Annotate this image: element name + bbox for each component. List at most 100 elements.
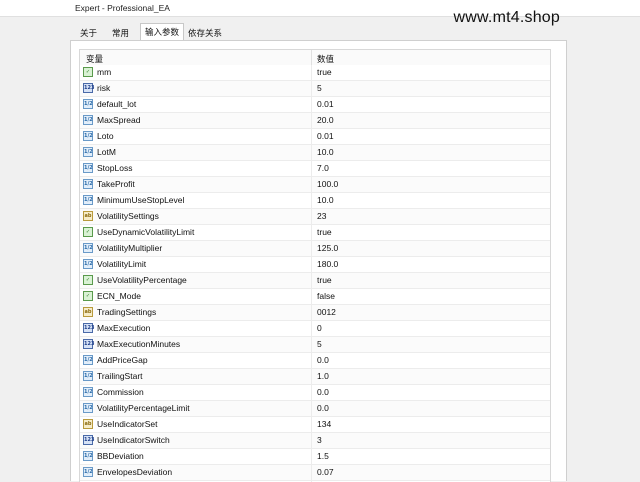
- parameter-value[interactable]: 0.07: [317, 465, 334, 480]
- dbl-type-icon: 1/2: [83, 115, 93, 125]
- table-row[interactable]: 1/2 AddPriceGap 0.0: [80, 353, 550, 369]
- parameter-value[interactable]: true: [317, 65, 332, 80]
- table-row[interactable]: ab VolatilitySettings 23: [80, 209, 550, 225]
- parameter-name: TrailingStart: [97, 371, 143, 381]
- parameter-value[interactable]: 0.0: [317, 385, 329, 400]
- parameter-value[interactable]: 1.5: [317, 449, 329, 464]
- tab-common[interactable]: 常用: [108, 26, 133, 40]
- parameter-value[interactable]: 1.0: [317, 369, 329, 384]
- table-row[interactable]: ✓ ECN_Mode false: [80, 289, 550, 305]
- cell-divider: [311, 241, 312, 256]
- parameter-value[interactable]: true: [317, 273, 332, 288]
- cell-divider: [311, 449, 312, 464]
- cell-divider: [311, 305, 312, 320]
- table-row[interactable]: 1/2 StopLoss 7.0: [80, 161, 550, 177]
- parameter-value[interactable]: 180.0: [317, 257, 338, 272]
- int-type-icon: 123: [83, 435, 95, 445]
- table-row[interactable]: 1/2 VolatilityPercentageLimit 0.0: [80, 401, 550, 417]
- tab-inputs[interactable]: 输入参数: [140, 23, 185, 41]
- parameter-value[interactable]: true: [317, 225, 332, 240]
- cell-divider: [311, 321, 312, 336]
- parameter-value[interactable]: 20.0: [317, 113, 334, 128]
- table-row[interactable]: 1/2 VolatilityMultiplier 125.0: [80, 241, 550, 257]
- table-row[interactable]: ab UseIndicatorSet 134: [80, 417, 550, 433]
- dbl-type-icon: 1/2: [83, 243, 93, 253]
- parameter-value[interactable]: 10.0: [317, 145, 334, 160]
- cell-divider: [311, 353, 312, 368]
- table-row[interactable]: 1/2 MinimumUseStopLevel 10.0: [80, 193, 550, 209]
- parameter-name: VolatilityLimit: [97, 259, 147, 269]
- table-row[interactable]: 123 UseIndicatorSwitch 3: [80, 433, 550, 449]
- parameter-value[interactable]: 5: [317, 81, 322, 96]
- table-row[interactable]: 123 MaxExecutionMinutes 5: [80, 337, 550, 353]
- cell-divider: [311, 289, 312, 304]
- table-row[interactable]: 1/2 Loto 0.01: [80, 129, 550, 145]
- dbl-type-icon: 1/2: [83, 403, 93, 413]
- parameter-value[interactable]: 0: [317, 321, 322, 336]
- parameter-value[interactable]: 125.0: [317, 241, 338, 256]
- bool-type-icon: ✓: [83, 67, 93, 77]
- table-row[interactable]: 1/2 TakeProfit 100.0: [80, 177, 550, 193]
- parameter-value[interactable]: 0.0: [317, 353, 329, 368]
- parameter-name: BBDeviation: [97, 451, 144, 461]
- column-divider[interactable]: [311, 50, 312, 65]
- table-row[interactable]: 1/2 LotM 10.0: [80, 145, 550, 161]
- parameter-name: Commission: [97, 387, 144, 397]
- table-row[interactable]: 123 risk 5: [80, 81, 550, 97]
- int-type-icon: 123: [83, 323, 95, 333]
- tab-dependencies[interactable]: 依存关系: [184, 26, 226, 40]
- parameter-value[interactable]: 23: [317, 209, 326, 224]
- parameter-value[interactable]: 0012: [317, 305, 336, 320]
- table-row[interactable]: ✓ mm true: [80, 65, 550, 81]
- parameter-name: MinimumUseStopLevel: [97, 195, 185, 205]
- parameter-name: StopLoss: [97, 163, 133, 173]
- table-row[interactable]: ✓ UseDynamicVolatilityLimit true: [80, 225, 550, 241]
- cell-divider: [311, 257, 312, 272]
- cell-divider: [311, 193, 312, 208]
- table-row[interactable]: 1/2 MaxSpread 20.0: [80, 113, 550, 129]
- cell-divider: [311, 225, 312, 240]
- parameter-name: LotM: [97, 147, 116, 157]
- parameter-name: VolatilityMultiplier: [97, 243, 163, 253]
- parameter-value[interactable]: 0.01: [317, 97, 334, 112]
- column-header-value[interactable]: 数值: [317, 53, 334, 65]
- parameter-value[interactable]: 100.0: [317, 177, 338, 192]
- parameters-grid: 变量 数值 ✓ mm true 123 risk 5 1/2 default_lot 0.01 1…: [79, 49, 551, 482]
- parameter-value[interactable]: 3: [317, 433, 322, 448]
- table-row[interactable]: 1/2 BBDeviation 1.5: [80, 449, 550, 465]
- table-row[interactable]: 1/2 EnvelopesDeviation 0.07: [80, 465, 550, 481]
- cell-divider: [311, 273, 312, 288]
- cell-divider: [311, 369, 312, 384]
- table-row[interactable]: ✓ UseVolatilityPercentage true: [80, 273, 550, 289]
- parameter-name: TakeProfit: [97, 179, 135, 189]
- str-type-icon: ab: [83, 419, 93, 429]
- bool-type-icon: ✓: [83, 275, 93, 285]
- table-row[interactable]: 1/2 default_lot 0.01: [80, 97, 550, 113]
- parameter-value[interactable]: 5: [317, 337, 322, 352]
- parameter-value[interactable]: 134: [317, 417, 331, 432]
- table-row[interactable]: 1/2 TrailingStart 1.0: [80, 369, 550, 385]
- parameter-value[interactable]: 0.01: [317, 129, 334, 144]
- parameter-name: EnvelopesDeviation: [97, 467, 173, 477]
- dbl-type-icon: 1/2: [83, 467, 93, 477]
- table-row[interactable]: 1/2 VolatilityLimit 180.0: [80, 257, 550, 273]
- dbl-type-icon: 1/2: [83, 195, 93, 205]
- parameter-value[interactable]: 7.0: [317, 161, 329, 176]
- parameter-name: MaxSpread: [97, 115, 141, 125]
- parameter-name: UseIndicatorSet: [97, 419, 158, 429]
- cell-divider: [311, 129, 312, 144]
- dbl-type-icon: 1/2: [83, 131, 93, 141]
- parameter-name: UseIndicatorSwitch: [97, 435, 170, 445]
- column-header-variable[interactable]: 变量: [86, 53, 103, 65]
- table-row[interactable]: 1/2 Commission 0.0: [80, 385, 550, 401]
- tab-about[interactable]: 关于: [76, 26, 101, 40]
- parameter-value[interactable]: 0.0: [317, 401, 329, 416]
- int-type-icon: 123: [83, 83, 95, 93]
- dbl-type-icon: 1/2: [83, 355, 93, 365]
- table-row[interactable]: 123 MaxExecution 0: [80, 321, 550, 337]
- table-row[interactable]: ab TradingSettings 0012: [80, 305, 550, 321]
- cell-divider: [311, 97, 312, 112]
- parameter-value[interactable]: 10.0: [317, 193, 334, 208]
- dbl-type-icon: 1/2: [83, 163, 93, 173]
- parameter-value[interactable]: false: [317, 289, 335, 304]
